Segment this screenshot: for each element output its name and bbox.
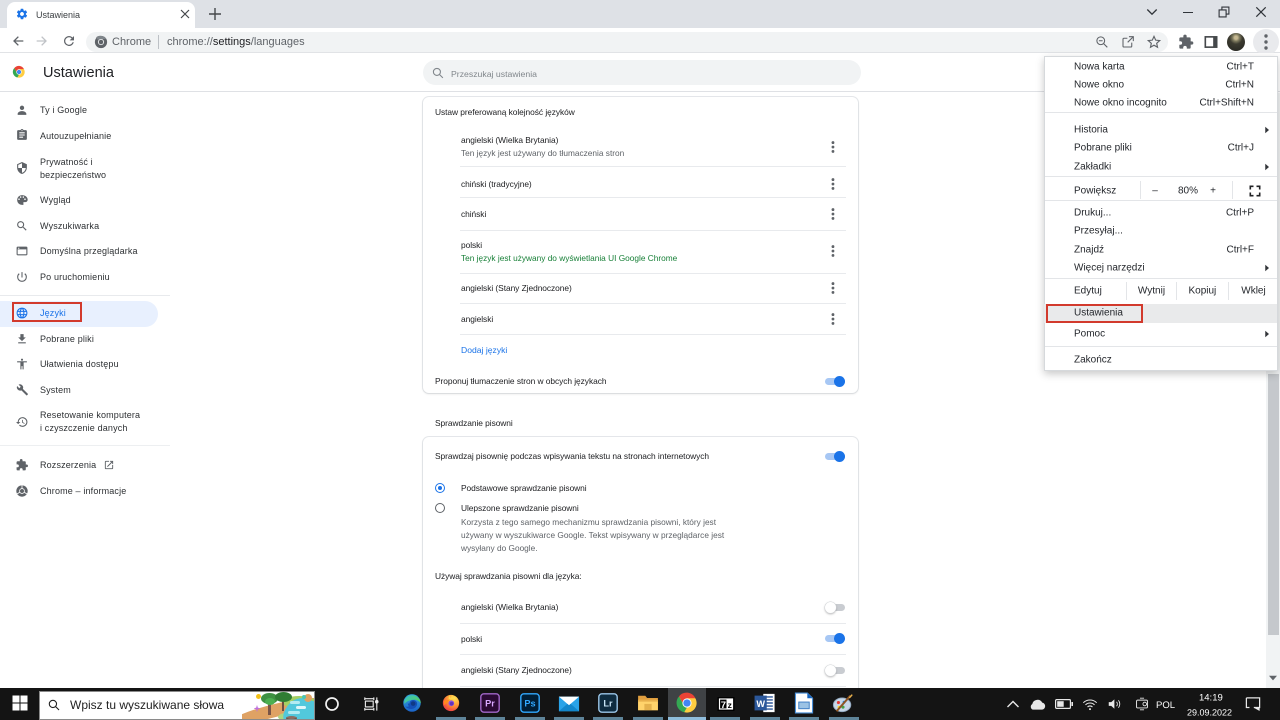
svg-text:z: z	[727, 700, 731, 710]
svg-text:POL: POL	[1156, 700, 1175, 711]
svg-text:29.09.2022: 29.09.2022	[1187, 707, 1232, 717]
svg-text:14:19: 14:19	[1199, 692, 1223, 703]
svg-text:Ps: Ps	[524, 699, 535, 709]
svg-text:Lr: Lr	[603, 699, 613, 709]
svg-text:7: 7	[720, 700, 725, 711]
svg-text:W: W	[756, 699, 765, 709]
svg-text:Pr: Pr	[485, 699, 495, 709]
